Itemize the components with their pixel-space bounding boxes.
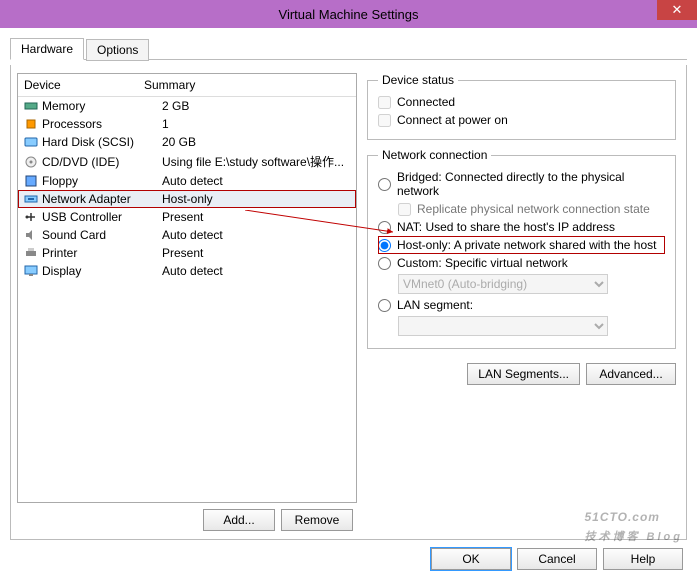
watermark-small: 技术博客 Blog (585, 528, 684, 544)
poweron-checkbox-row[interactable]: Connect at power on (378, 111, 665, 129)
cpu-icon (24, 118, 38, 130)
titlebar: Virtual Machine Settings ✕ (0, 0, 697, 28)
hdd-icon (24, 136, 38, 148)
hostonly-label: Host-only: A private network shared with… (397, 238, 656, 252)
device-name: Network Adapter (42, 192, 158, 206)
window-body: Hardware Options Device Summary Memory 2 … (0, 28, 697, 548)
vmnet-select: VMnet0 (Auto-bridging) (398, 274, 608, 294)
device-summary: 1 (162, 117, 350, 131)
display-icon (24, 265, 38, 277)
device-row-display[interactable]: Display Auto detect (18, 262, 356, 280)
right-buttons: LAN Segments... Advanced... (367, 363, 676, 385)
device-name: Processors (42, 117, 158, 131)
bridged-label: Bridged: Connected directly to the physi… (397, 170, 665, 198)
lan-segments-button[interactable]: LAN Segments... (467, 363, 580, 385)
remove-button[interactable]: Remove (281, 509, 353, 531)
custom-radio[interactable] (378, 257, 391, 270)
poweron-label: Connect at power on (397, 113, 508, 127)
tab-hardware[interactable]: Hardware (10, 38, 84, 60)
col-device[interactable]: Device (24, 78, 144, 92)
lanseg-radio[interactable] (378, 299, 391, 312)
device-summary: 20 GB (162, 135, 350, 149)
device-name: Memory (42, 99, 158, 113)
cd-icon (24, 156, 38, 168)
nat-radio-row[interactable]: NAT: Used to share the host's IP address (378, 218, 665, 236)
device-summary: Host-only (162, 192, 350, 206)
col-summary[interactable]: Summary (144, 78, 350, 92)
custom-radio-row[interactable]: Custom: Specific virtual network (378, 254, 665, 272)
device-row-net[interactable]: Network Adapter Host-only (18, 190, 356, 208)
poweron-checkbox (378, 114, 391, 127)
device-summary: Auto detect (162, 228, 350, 242)
device-row-cd[interactable]: CD/DVD (IDE) Using file E:\study software… (18, 151, 356, 172)
nat-radio[interactable] (378, 221, 391, 234)
connected-checkbox (378, 96, 391, 109)
net-icon (24, 193, 38, 205)
vmnet-row: VMnet0 (Auto-bridging) (398, 272, 665, 296)
netconn-legend: Network connection (378, 148, 491, 162)
left-pane: Device Summary Memory 2 GB Processors 1 Hard… (17, 73, 357, 531)
device-name: USB Controller (42, 210, 158, 224)
device-summary: Auto detect (162, 264, 350, 278)
device-name: Floppy (42, 174, 158, 188)
close-button[interactable]: ✕ (657, 0, 697, 20)
advanced-button[interactable]: Advanced... (586, 363, 676, 385)
device-summary: 2 GB (162, 99, 350, 113)
device-summary: Present (162, 246, 350, 260)
device-header: Device Summary (18, 74, 356, 97)
device-summary: Using file E:\study software\操作... (162, 153, 350, 170)
usb-icon (24, 211, 38, 223)
device-row-printer[interactable]: Printer Present (18, 244, 356, 262)
watermark-big: 51CTO.com (585, 510, 660, 524)
device-name: CD/DVD (IDE) (42, 155, 158, 169)
lanseg-label: LAN segment: (397, 298, 473, 312)
window-title: Virtual Machine Settings (279, 7, 419, 22)
device-row-floppy[interactable]: Floppy Auto detect (18, 172, 356, 190)
right-pane: Device status Connected Connect at power… (367, 73, 676, 531)
tabs: Hardware Options (10, 37, 687, 60)
custom-label: Custom: Specific virtual network (397, 256, 568, 270)
device-row-hdd[interactable]: Hard Disk (SCSI) 20 GB (18, 133, 356, 151)
footer-buttons: OK Cancel Help (431, 548, 683, 570)
bridged-radio-row[interactable]: Bridged: Connected directly to the physi… (378, 168, 665, 200)
device-status-legend: Device status (378, 73, 458, 87)
floppy-icon (24, 175, 38, 187)
printer-icon (24, 247, 38, 259)
cancel-button[interactable]: Cancel (517, 548, 597, 570)
device-name: Sound Card (42, 228, 158, 242)
add-button[interactable]: Add... (203, 509, 275, 531)
replicate-checkbox (398, 203, 411, 216)
device-row-memory[interactable]: Memory 2 GB (18, 97, 356, 115)
sound-icon (24, 229, 38, 241)
lanseg-select-row (398, 314, 665, 338)
device-row-cpu[interactable]: Processors 1 (18, 115, 356, 133)
lanseg-radio-row[interactable]: LAN segment: (378, 296, 665, 314)
memory-icon (24, 100, 38, 112)
device-status-group: Device status Connected Connect at power… (367, 73, 676, 140)
connected-label: Connected (397, 95, 455, 109)
connected-checkbox-row[interactable]: Connected (378, 93, 665, 111)
replicate-row: Replicate physical network connection st… (398, 200, 665, 218)
device-row-sound[interactable]: Sound Card Auto detect (18, 226, 356, 244)
device-row-usb[interactable]: USB Controller Present (18, 208, 356, 226)
device-list: Device Summary Memory 2 GB Processors 1 Hard… (17, 73, 357, 503)
lanseg-select (398, 316, 608, 336)
device-name: Hard Disk (SCSI) (42, 135, 158, 149)
device-name: Display (42, 264, 158, 278)
device-name: Printer (42, 246, 158, 260)
hostonly-radio[interactable] (378, 239, 391, 252)
device-summary: Present (162, 210, 350, 224)
network-connection-group: Network connection Bridged: Connected di… (367, 148, 676, 349)
bridged-radio[interactable] (378, 178, 391, 191)
watermark: 51CTO.com 技术博客 Blog (585, 500, 684, 544)
content: Device Summary Memory 2 GB Processors 1 Hard… (10, 65, 687, 540)
tab-options[interactable]: Options (86, 39, 149, 61)
device-summary: Auto detect (162, 174, 350, 188)
nat-label: NAT: Used to share the host's IP address (397, 220, 615, 234)
replicate-label: Replicate physical network connection st… (417, 202, 650, 216)
left-buttons: Add... Remove (17, 503, 357, 531)
ok-button[interactable]: OK (431, 548, 511, 570)
help-button[interactable]: Help (603, 548, 683, 570)
hostonly-radio-row[interactable]: Host-only: A private network shared with… (378, 236, 665, 254)
